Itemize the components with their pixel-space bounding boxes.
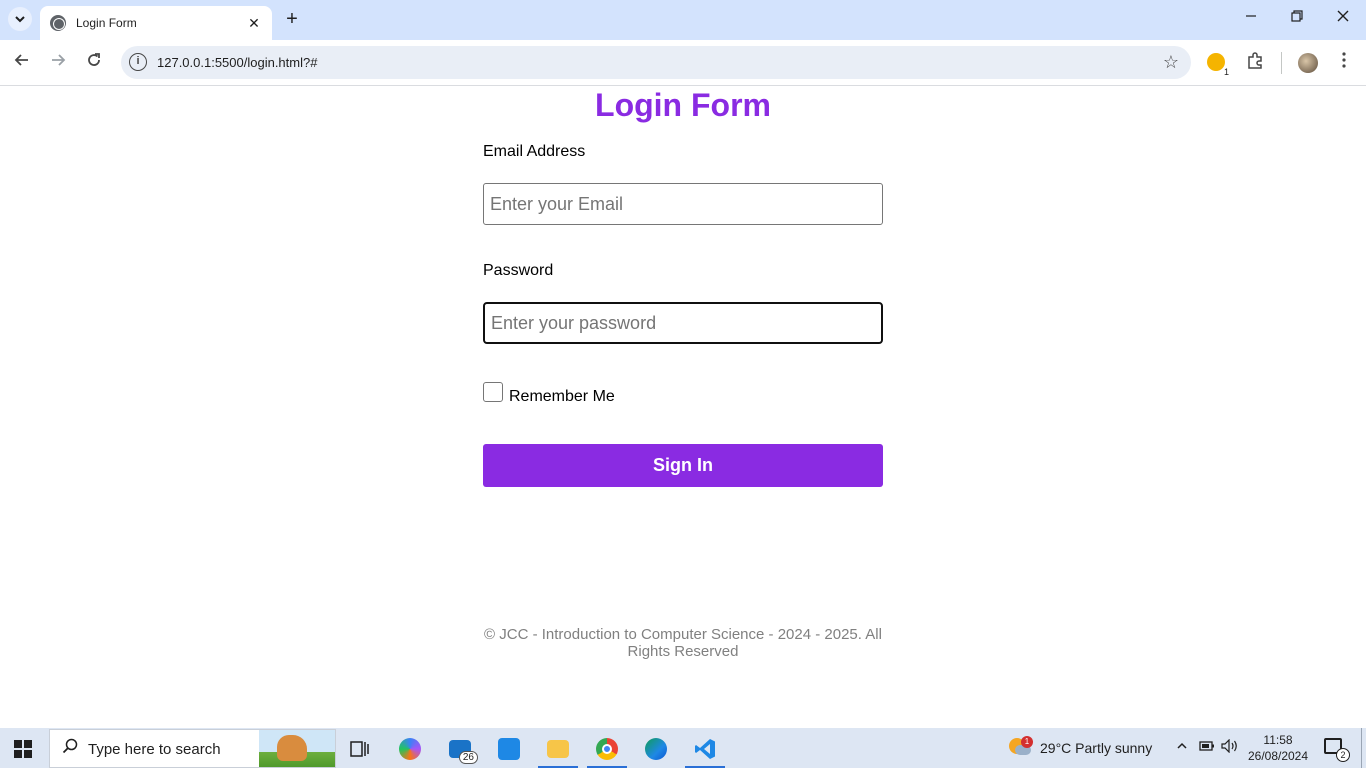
toolbar-divider (1281, 52, 1282, 74)
windows-logo-icon (14, 740, 22, 748)
tab-title: Login Form (76, 16, 137, 30)
start-button[interactable] (14, 740, 32, 758)
close-icon (1337, 10, 1349, 22)
email-label: Email Address (483, 143, 586, 160)
search-placeholder: Type here to search (88, 741, 221, 758)
taskbar-search-box[interactable]: Type here to search (49, 729, 336, 768)
chrome-icon (596, 738, 618, 760)
taskbar-app-store[interactable] (489, 732, 529, 766)
windows-logo-icon (14, 750, 22, 758)
minimize-icon (1246, 15, 1256, 17)
mail-unread-badge: 26 (458, 751, 478, 764)
weather-text[interactable]: 29°C Partly sunny (1040, 740, 1152, 756)
reload-icon (88, 53, 100, 66)
extensions-button[interactable] (1244, 52, 1266, 74)
remember-me-row: Remember Me (483, 382, 615, 406)
browser-toolbar: i 127.0.0.1:5500/login.html?# ☆ 1 (0, 40, 1366, 86)
page-content: Login Form Email Address Password Rememb… (0, 87, 1366, 728)
windows-logo-icon (24, 740, 32, 748)
search-highlight-image (259, 730, 335, 767)
taskbar-app-file-explorer[interactable] (538, 732, 578, 768)
site-info-icon[interactable]: i (129, 53, 147, 71)
restore-button[interactable] (1287, 9, 1307, 25)
vscode-icon (695, 739, 715, 759)
task-view-icon (350, 741, 369, 757)
footer-copyright: © JCC - Introduction to Computer Science… (484, 626, 882, 660)
remember-me-checkbox[interactable] (483, 382, 503, 402)
arrow-left-icon (14, 54, 28, 66)
puzzle-icon (1248, 52, 1262, 69)
more-vertical-icon (1342, 52, 1346, 68)
clock[interactable]: 11:58 26/08/2024 (1245, 732, 1311, 764)
tab-close-button[interactable]: ✕ (246, 15, 262, 32)
windows-logo-icon (24, 750, 32, 758)
taskbar-app-mail[interactable]: 26 (440, 732, 480, 766)
browser-tabstrip: Login Form ✕ + (0, 0, 1366, 40)
profile-avatar[interactable] (1298, 53, 1318, 73)
clock-date: 26/08/2024 (1247, 749, 1309, 763)
password-label: Password (483, 262, 554, 279)
address-bar[interactable]: i 127.0.0.1:5500/login.html?# ☆ (121, 46, 1191, 79)
browser-tab-login-form[interactable]: Login Form ✕ (40, 6, 272, 40)
chrome-center-icon (602, 744, 612, 754)
windows-taskbar: Type here to search 26 29°C Partly sunny (0, 728, 1366, 768)
sign-in-button[interactable]: Sign In (483, 444, 883, 487)
weather-alert-badge: 1 (1021, 736, 1033, 748)
battery-icon (1199, 741, 1214, 751)
close-window-button[interactable] (1333, 9, 1353, 25)
search-icon (62, 738, 78, 759)
clock-time: 11:58 (1263, 733, 1293, 747)
email-input[interactable] (483, 183, 883, 225)
task-view-button[interactable] (340, 732, 380, 766)
store-icon (498, 738, 520, 760)
notifications-button[interactable]: 2 (1324, 738, 1350, 762)
show-hidden-icons-button[interactable] (1173, 739, 1191, 755)
taskbar-app-copilot[interactable] (390, 732, 430, 766)
dog-illustration-icon (277, 735, 307, 761)
taskbar-app-chrome[interactable] (587, 732, 627, 768)
speaker-icon (1221, 738, 1237, 754)
show-desktop-button[interactable] (1361, 728, 1362, 768)
copilot-icon (399, 738, 421, 760)
extension-button[interactable]: 1 (1207, 53, 1231, 77)
chevron-down-icon (15, 16, 25, 23)
url-text[interactable]: 127.0.0.1:5500/login.html?# (157, 55, 317, 70)
reload-button[interactable] (83, 52, 105, 74)
minimize-button[interactable] (1241, 9, 1261, 25)
browser-menu-button[interactable] (1333, 52, 1355, 74)
arrow-right-icon (52, 54, 66, 66)
forward-button[interactable] (47, 52, 69, 74)
volume-button[interactable] (1221, 738, 1239, 756)
globe-icon (50, 15, 66, 31)
taskbar-app-vscode[interactable] (685, 732, 725, 768)
battery-button[interactable] (1198, 739, 1216, 755)
folder-icon (547, 740, 569, 758)
restore-icon (1291, 10, 1303, 22)
remember-me-label[interactable]: Remember Me (509, 388, 615, 406)
back-button[interactable] (11, 52, 33, 74)
taskbar-app-edge[interactable] (636, 732, 676, 766)
extension-badge: 1 (1221, 67, 1231, 77)
new-tab-button[interactable]: + (282, 9, 302, 29)
page-title: Login Form (595, 87, 771, 123)
chevron-up-icon (1177, 742, 1187, 749)
bookmark-star-icon[interactable]: ☆ (1163, 52, 1179, 73)
tab-search-button[interactable] (8, 7, 32, 31)
notification-count: 2 (1336, 748, 1350, 762)
password-input[interactable] (483, 302, 883, 344)
edge-icon (645, 738, 667, 760)
